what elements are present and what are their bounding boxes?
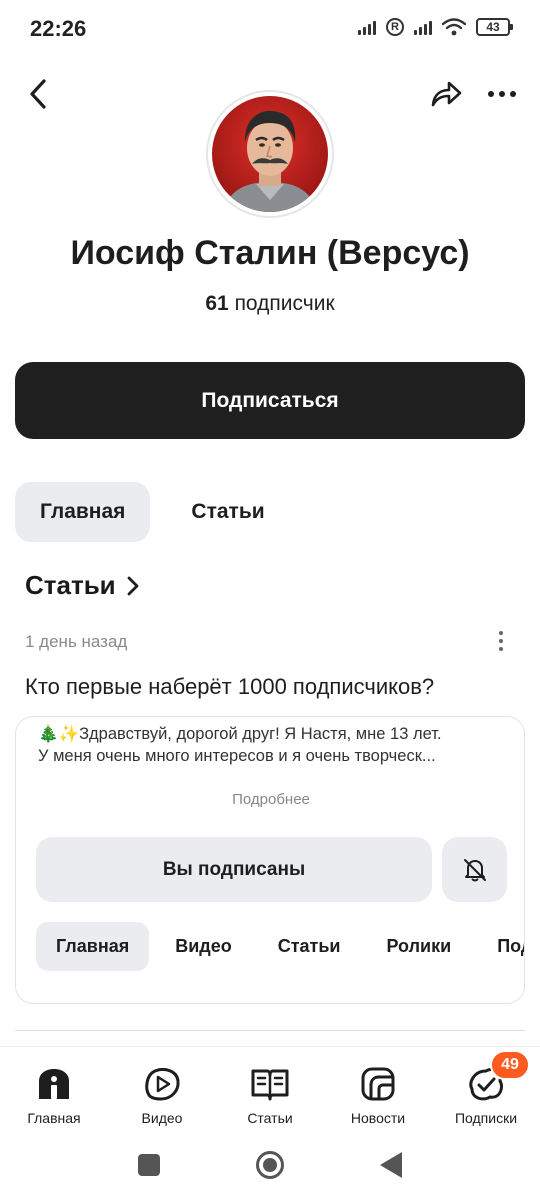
- nav-label: Подписки: [454, 1110, 518, 1126]
- signal-icon-2: [414, 19, 432, 35]
- system-back-button[interactable]: [380, 1152, 402, 1178]
- card-tab-more[interactable]: Под: [477, 922, 524, 971]
- subscriber-count-number: 61: [205, 292, 229, 315]
- share-button[interactable]: [426, 74, 466, 114]
- nav-label: Видео: [141, 1110, 183, 1126]
- system-nav: [0, 1140, 540, 1200]
- card-tab-shorts[interactable]: Ролики: [367, 922, 472, 971]
- card-description-line: У меня очень много интересов и я очень т…: [38, 747, 436, 765]
- news-icon: [356, 1062, 400, 1106]
- more-button[interactable]: [482, 74, 522, 114]
- share-arrow-icon: [431, 81, 462, 107]
- bell-off-icon: [463, 858, 486, 881]
- card-tabs: Главная Видео Статьи Ролики Под: [36, 922, 524, 971]
- tab-main[interactable]: Главная: [15, 482, 151, 542]
- status-time: 22:26: [30, 16, 87, 41]
- post-menu-dot: [499, 639, 503, 643]
- subscribed-button[interactable]: Вы подписаны: [36, 837, 432, 902]
- subscriber-count-label: подписчик: [234, 292, 335, 315]
- post-time: 1 день назад: [25, 632, 128, 651]
- post-title[interactable]: Кто первые наберёт 1000 подписчиков?: [25, 674, 434, 700]
- status-bar: 22:26 R 43: [0, 0, 540, 58]
- back-button[interactable]: [18, 72, 58, 116]
- card-tab-main[interactable]: Главная: [36, 922, 150, 971]
- wifi-icon: [442, 18, 466, 36]
- chevron-right-icon: [127, 576, 139, 595]
- signal-icon: [358, 19, 376, 35]
- post-menu-dot: [499, 631, 503, 635]
- nav-item-home[interactable]: Главная: [0, 1056, 108, 1136]
- subscriber-count: 61 подписчик: [0, 292, 540, 316]
- nav-label: Главная: [27, 1110, 81, 1126]
- nav-divider: [0, 1046, 540, 1047]
- card-tab-articles[interactable]: Статьи: [258, 922, 361, 971]
- more-dots-icon: [488, 91, 516, 97]
- status-icons: R 43: [358, 18, 513, 36]
- tab-articles[interactable]: Статьи: [166, 482, 289, 542]
- divider: [15, 1030, 525, 1031]
- bottom-nav: Главная Видео Статьи Новости 49 Подписки: [0, 1050, 540, 1136]
- card-description: 🎄✨Здравствуй, дорогой друг! Я Настя, мне…: [38, 723, 508, 767]
- nav-label: Новости: [350, 1110, 406, 1126]
- more-link[interactable]: Подробнее: [16, 791, 524, 808]
- notifications-button[interactable]: [442, 837, 507, 902]
- channel-tabs: Главная Статьи: [15, 482, 290, 542]
- chevron-left-icon: [30, 79, 46, 109]
- recents-button[interactable]: [138, 1154, 160, 1176]
- section-title: Статьи: [25, 570, 116, 600]
- channel-card: 🎄✨Здравствуй, дорогой друг! Я Настя, мне…: [15, 716, 525, 1004]
- avatar: [206, 90, 334, 218]
- nav-item-video[interactable]: Видео: [108, 1056, 216, 1136]
- battery-icon: 43: [476, 18, 513, 36]
- video-play-icon: [140, 1062, 184, 1106]
- subscribe-button[interactable]: Подписаться: [15, 362, 525, 439]
- nav-item-articles[interactable]: Статьи: [216, 1056, 324, 1136]
- home-dot: [263, 1158, 277, 1172]
- home-icon: [32, 1062, 76, 1106]
- home-button[interactable]: [256, 1151, 284, 1179]
- nav-item-news[interactable]: Новости: [324, 1056, 432, 1136]
- post-menu-dot: [499, 647, 503, 651]
- book-icon: [248, 1062, 292, 1106]
- articles-section-link[interactable]: Статьи: [25, 570, 140, 601]
- card-tab-video[interactable]: Видео: [155, 922, 252, 971]
- card-description-line: 🎄✨Здравствуй, дорогой друг! Я Настя, мне…: [38, 725, 442, 743]
- avatar-image: [212, 96, 328, 212]
- post-menu-button[interactable]: [488, 628, 514, 654]
- nav-label: Статьи: [247, 1110, 293, 1126]
- nav-item-subscriptions[interactable]: 49 Подписки: [432, 1050, 540, 1136]
- channel-name: Иосиф Сталин (Версус): [70, 234, 470, 272]
- notification-badge: 49: [490, 1050, 530, 1080]
- registered-icon: R: [386, 18, 404, 36]
